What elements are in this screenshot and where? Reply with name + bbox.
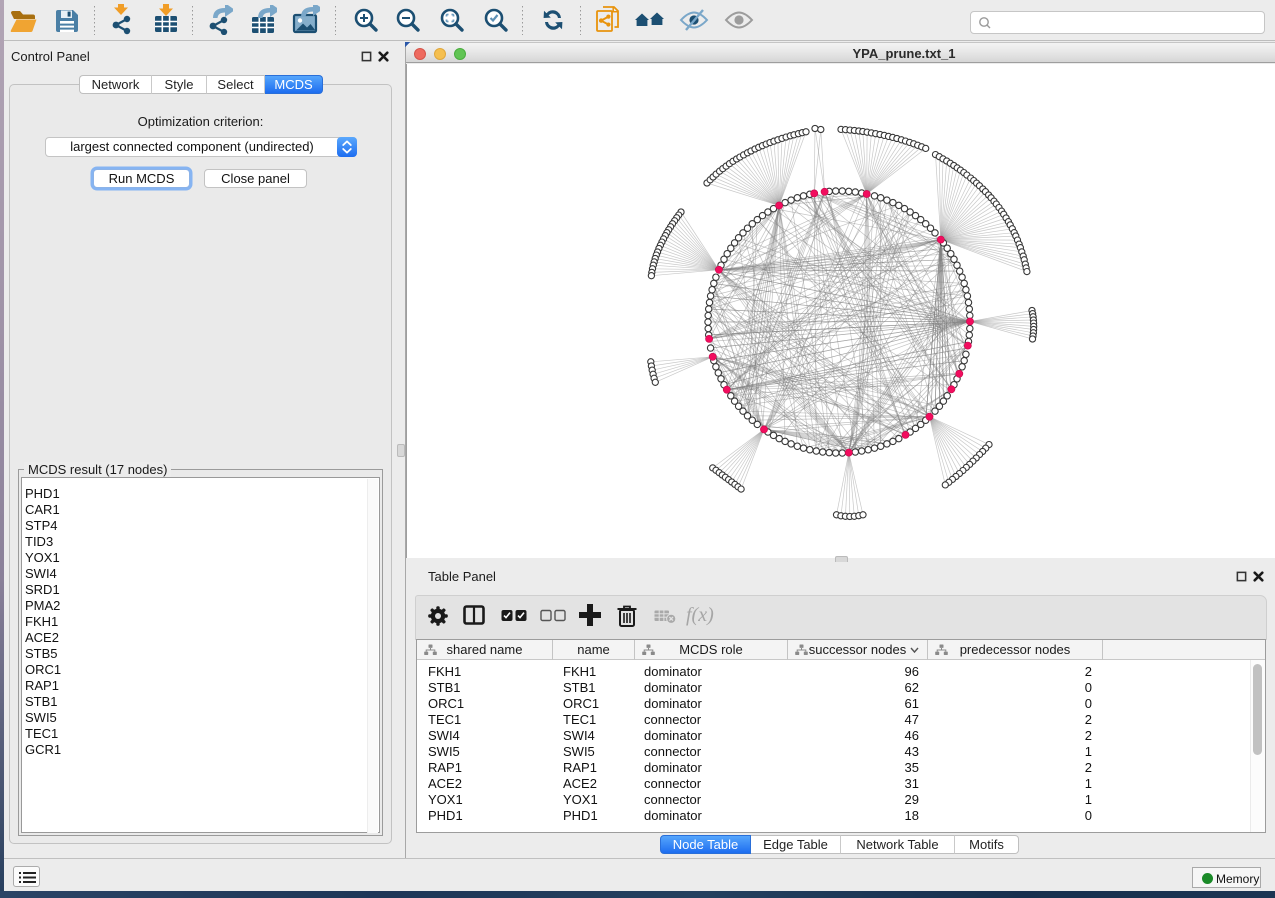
svg-text:f(x): f(x)	[686, 604, 714, 626]
